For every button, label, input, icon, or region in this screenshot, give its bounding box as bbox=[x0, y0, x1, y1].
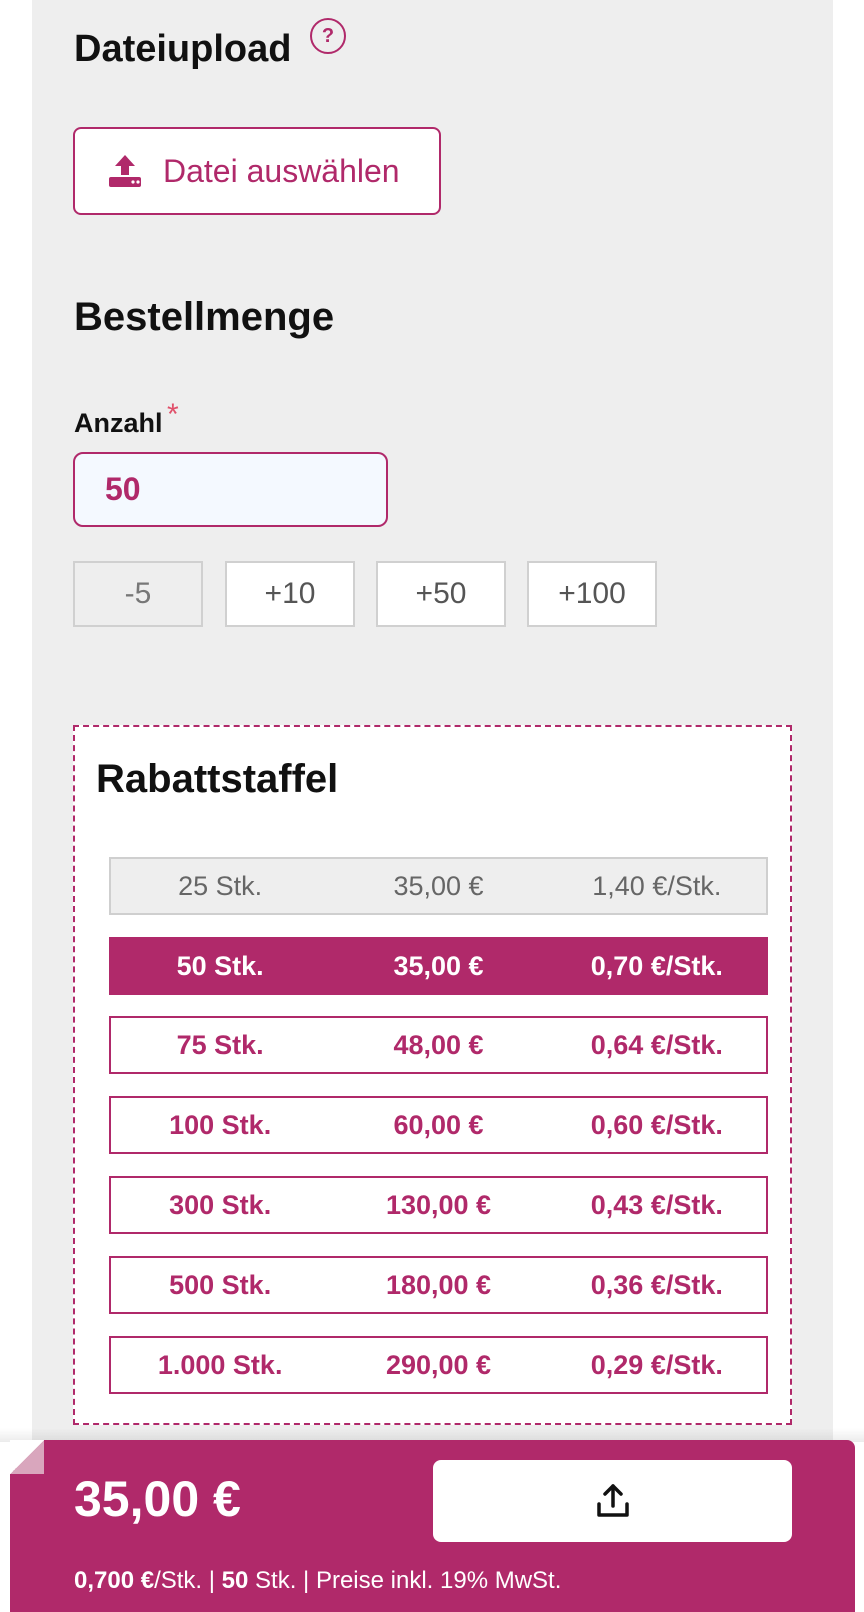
discount-tiers-box bbox=[73, 725, 792, 1425]
tier-unit-price: 0,43 €/Stk. bbox=[590, 1189, 723, 1220]
tier-unit-price: 0,29 €/Stk. bbox=[590, 1349, 723, 1380]
tier-unit-price: 0,70 €/Stk. bbox=[590, 950, 723, 981]
step-plus-50-button[interactable]: +50 bbox=[376, 561, 506, 627]
help-icon[interactable]: ? bbox=[310, 18, 346, 54]
total-price: 35,00 € bbox=[74, 1471, 241, 1527]
choose-file-label: Datei auswählen bbox=[163, 152, 400, 189]
tier-price: 48,00 € bbox=[393, 1029, 484, 1060]
summary-quantity: 50 bbox=[221, 1567, 249, 1594]
step-plus-100-button[interactable]: +100 bbox=[527, 561, 657, 627]
quantity-input[interactable] bbox=[73, 452, 388, 527]
discount-tiers-heading: Rabattstaffel bbox=[96, 757, 339, 801]
tier-unit-price: 0,60 €/Stk. bbox=[590, 1109, 723, 1140]
upload-submit-button[interactable] bbox=[433, 1460, 792, 1542]
tier-price: 290,00 € bbox=[385, 1349, 492, 1380]
step-minus-5-button[interactable]: -5 bbox=[73, 561, 203, 627]
unit-price-suffix: /Stk. | bbox=[154, 1567, 222, 1594]
tier-price: 35,00 € bbox=[393, 950, 484, 981]
tier-quantity: 50 Stk. bbox=[176, 950, 264, 981]
upload-icon bbox=[596, 1484, 629, 1517]
tier-unit-price: 0,64 €/Stk. bbox=[590, 1029, 723, 1060]
unit-price-value: 0,700 € bbox=[74, 1567, 155, 1594]
tier-price: 130,00 € bbox=[385, 1189, 492, 1220]
discount-tier-row[interactable]: 500 Stk. 180,00 € 0,36 €/Stk. bbox=[109, 1256, 768, 1314]
tier-price: 60,00 € bbox=[393, 1109, 484, 1140]
quantity-label: Anzahl bbox=[74, 408, 163, 438]
order-quantity-heading: Bestellmenge bbox=[74, 295, 335, 339]
discount-tier-row[interactable]: 100 Stk. 60,00 € 0,60 €/Stk. bbox=[109, 1096, 768, 1154]
tier-quantity: 100 Stk. bbox=[169, 1109, 272, 1140]
corner-fold-decoration bbox=[10, 1440, 44, 1474]
discount-tier-row-active[interactable]: 50 Stk. 35,00 € 0,70 €/Stk. bbox=[109, 937, 768, 995]
tier-quantity: 500 Stk. bbox=[169, 1269, 272, 1300]
tier-unit-price: 1,40 €/Stk. bbox=[592, 870, 722, 901]
discount-tier-row[interactable]: 75 Stk. 48,00 € 0,64 €/Stk. bbox=[109, 1016, 768, 1074]
step-plus-10-button[interactable]: +10 bbox=[225, 561, 355, 627]
tier-quantity: 25 Stk. bbox=[178, 870, 263, 901]
tier-quantity: 75 Stk. bbox=[176, 1029, 264, 1060]
discount-tier-row[interactable]: 25 Stk. 35,00 € 1,40 €/Stk. bbox=[109, 857, 768, 915]
tier-quantity: 300 Stk. bbox=[169, 1189, 272, 1220]
discount-tier-row[interactable]: 300 Stk. 130,00 € 0,43 €/Stk. bbox=[109, 1176, 768, 1234]
discount-tier-row[interactable]: 1.000 Stk. 290,00 € 0,29 €/Stk. bbox=[109, 1336, 768, 1394]
tier-price: 180,00 € bbox=[385, 1269, 492, 1300]
choose-file-button[interactable]: Datei auswählen bbox=[73, 127, 441, 215]
tier-quantity: 1.000 Stk. bbox=[157, 1349, 283, 1380]
upload-icon bbox=[109, 155, 141, 187]
file-upload-heading: Dateiupload bbox=[74, 28, 292, 70]
price-summary-text: 0,700 €/Stk. | 50 Stk. | Preise inkl. 19… bbox=[74, 1567, 561, 1595]
tier-unit-price: 0,36 €/Stk. bbox=[590, 1269, 723, 1300]
tier-price: 35,00 € bbox=[393, 870, 484, 901]
required-mark: * bbox=[167, 398, 179, 431]
summary-quantity-suffix: Stk. | Preise inkl. 19% MwSt. bbox=[248, 1567, 562, 1594]
